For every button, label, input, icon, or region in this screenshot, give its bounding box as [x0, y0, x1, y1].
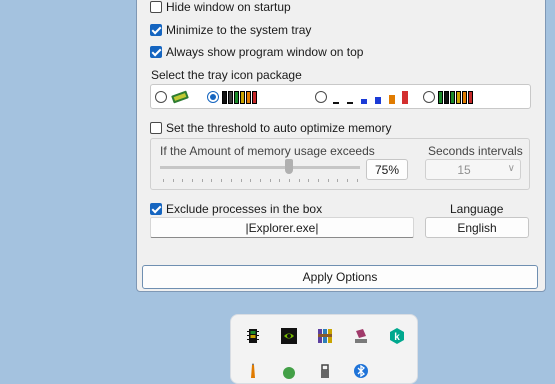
- memory-slider-thumb[interactable]: [285, 159, 293, 174]
- exclude-input[interactable]: |Explorer.exe|: [150, 217, 414, 238]
- seconds-value: 15: [457, 163, 471, 177]
- green-app-icon[interactable]: [281, 363, 297, 379]
- tray-package-label: Select the tray icon package: [151, 68, 302, 82]
- slider-ticks: [163, 179, 358, 182]
- language-button[interactable]: English: [425, 217, 529, 238]
- always-top-checkbox[interactable]: Always show program window on top: [150, 45, 363, 59]
- tray-package-radio-2[interactable]: [207, 91, 219, 103]
- tray-package-option-1[interactable]: [155, 90, 192, 104]
- nvidia-icon[interactable]: [281, 328, 297, 344]
- hide-window-box[interactable]: [150, 1, 162, 13]
- exclude-label: Exclude processes in the box: [166, 202, 323, 216]
- threshold-checkbox[interactable]: Set the threshold to auto optimize memor…: [150, 121, 391, 135]
- amount-value-box: 75%: [366, 159, 408, 180]
- usb-icon[interactable]: [317, 363, 333, 379]
- tray-package-option-3[interactable]: [315, 90, 410, 104]
- colored-bars-green-icon: [438, 90, 473, 104]
- tray-package-radio-1[interactable]: [155, 91, 167, 103]
- tray-package-option-2[interactable]: [207, 90, 257, 104]
- minimize-tray-label: Minimize to the system tray: [166, 23, 312, 37]
- hide-window-checkbox[interactable]: Hide window on startup: [150, 0, 291, 14]
- exclude-box[interactable]: [150, 203, 162, 215]
- minimize-tray-checkbox[interactable]: Minimize to the system tray: [150, 23, 311, 37]
- archive-icon[interactable]: [317, 328, 333, 344]
- threshold-box[interactable]: [150, 122, 162, 134]
- pencil-icon[interactable]: [245, 363, 261, 379]
- chevron-down-icon: ∨: [507, 163, 515, 174]
- bluetooth-icon[interactable]: [353, 363, 369, 379]
- tray-package-radio-4[interactable]: [423, 91, 435, 103]
- threshold-label: Set the threshold to auto optimize memor…: [166, 121, 392, 135]
- seconds-combo[interactable]: 15 ∨: [425, 159, 521, 180]
- tray-package-option-4[interactable]: [423, 90, 473, 104]
- tray-package-group: [150, 84, 531, 109]
- memory-slider-track[interactable]: [160, 166, 360, 169]
- tray-package-radio-3[interactable]: [315, 91, 327, 103]
- svg-text:k: k: [394, 332, 400, 343]
- minimize-tray-box[interactable]: [150, 24, 162, 36]
- apply-options-button[interactable]: Apply Options: [142, 265, 538, 289]
- always-top-box[interactable]: [150, 46, 162, 58]
- always-top-label: Always show program window on top: [166, 45, 364, 59]
- kaspersky-icon[interactable]: k: [389, 328, 405, 344]
- stamp-icon[interactable]: [353, 328, 369, 344]
- green-chip-icon: [171, 90, 189, 104]
- colored-bars-white-icon: [333, 91, 408, 104]
- memory-chip-icon[interactable]: [245, 328, 261, 344]
- amount-label: If the Amount of memory usage exceeds: [160, 144, 375, 158]
- seconds-label: Seconds intervals: [428, 144, 523, 158]
- tray-overflow-panel: k: [230, 314, 418, 384]
- language-label: Language: [450, 202, 504, 216]
- exclude-checkbox[interactable]: Exclude processes in the box: [150, 202, 322, 216]
- hide-window-label: Hide window on startup: [166, 0, 291, 14]
- colored-bars-black-icon: [222, 90, 257, 104]
